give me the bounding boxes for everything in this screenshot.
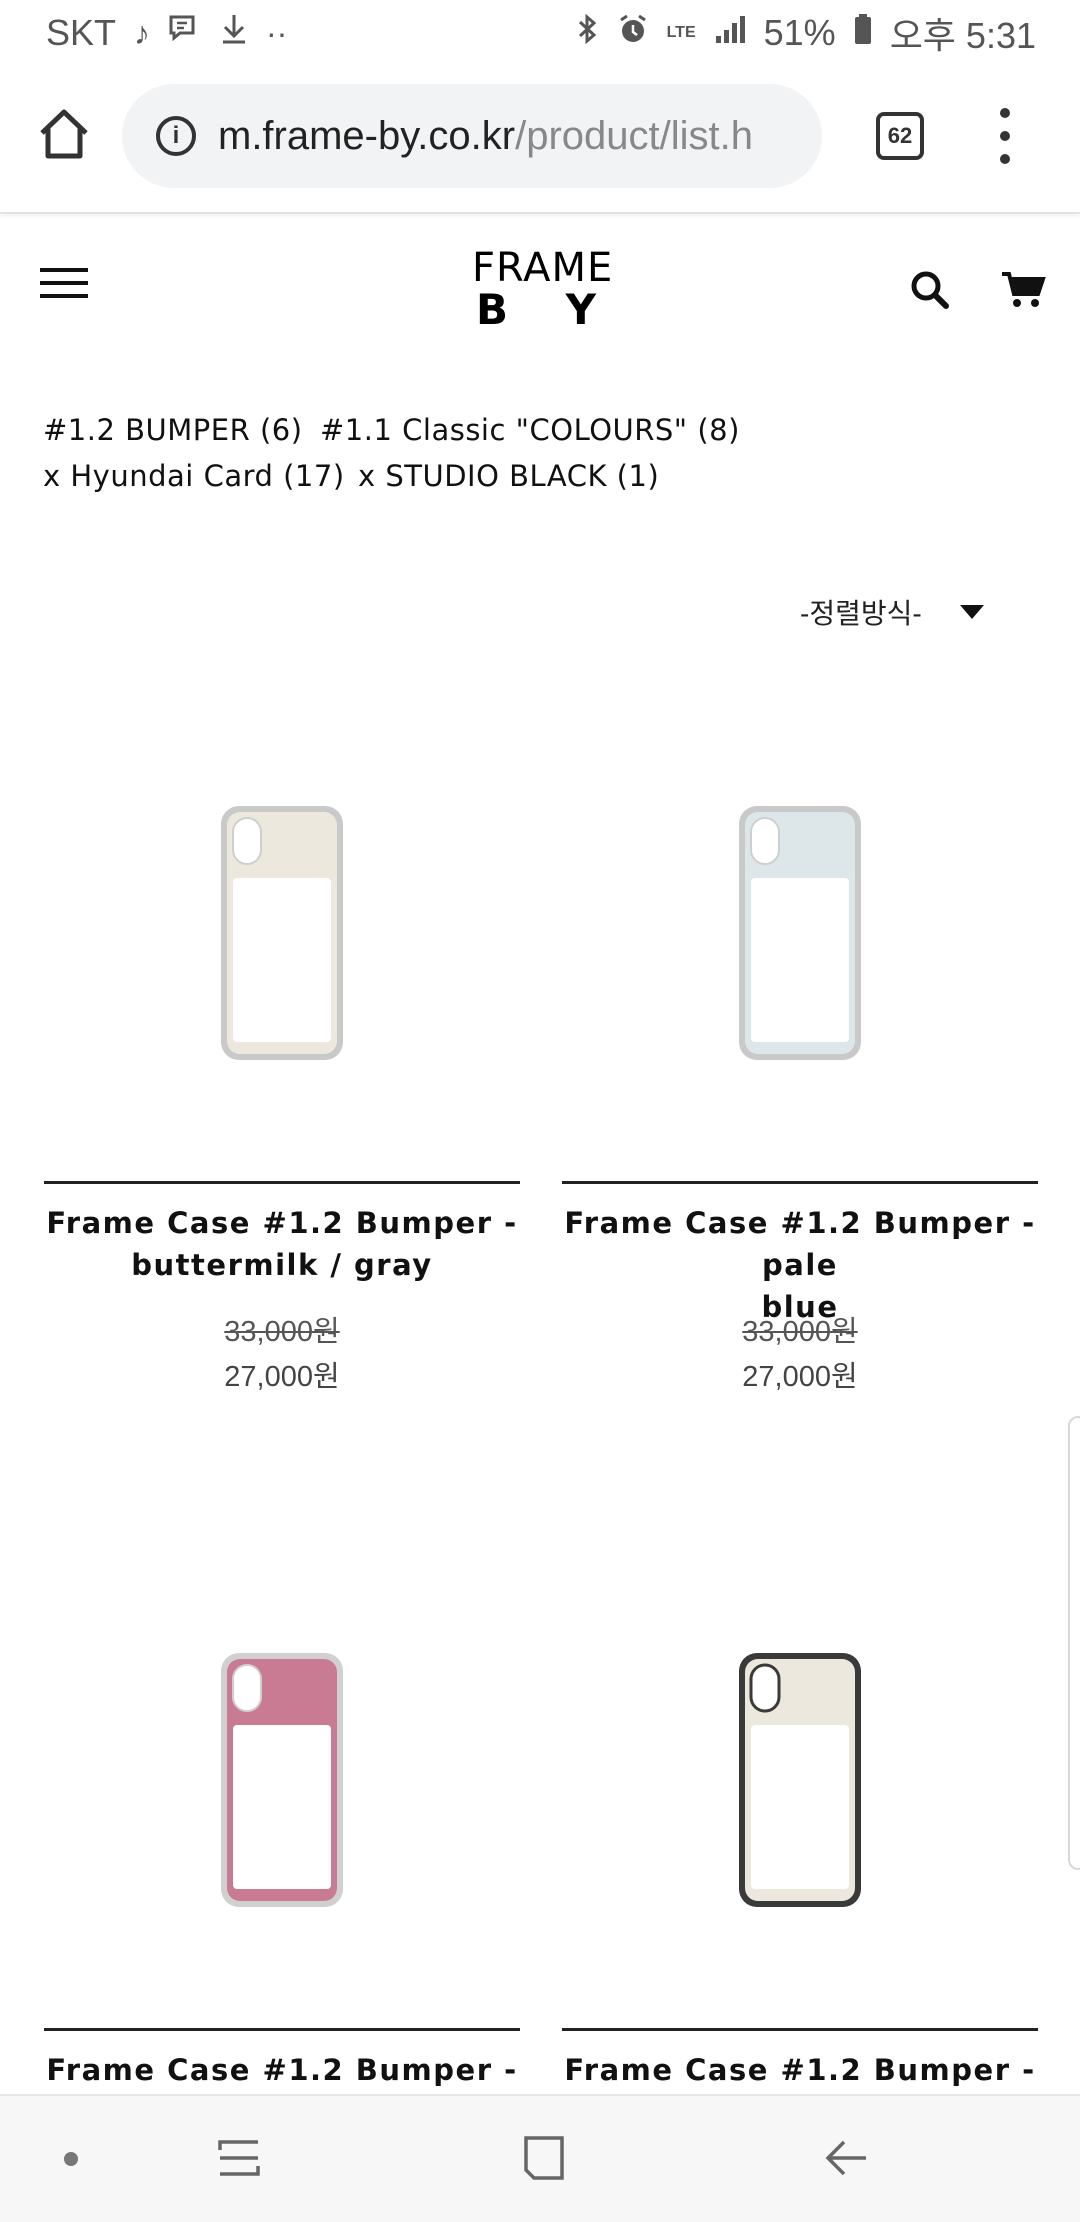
carrier-label: SKT	[46, 12, 117, 53]
original-price: 33,000원	[224, 1316, 340, 1348]
product-image[interactable]	[44, 672, 520, 1154]
sale-price: 27,000원	[742, 1361, 858, 1393]
product-name[interactable]: Frame Case #1.2 Bumper -	[44, 2049, 520, 2091]
phone-case-image	[739, 1653, 861, 1907]
product-name-line: buttermilk / gray	[131, 1248, 433, 1282]
home-icon[interactable]	[36, 106, 92, 162]
cart-icon[interactable]	[1000, 266, 1048, 314]
nav-dot-icon[interactable]	[64, 2152, 78, 2166]
product-divider	[44, 2028, 520, 2031]
product-name-line: Frame Case #1.2 Bumper -	[46, 2053, 518, 2087]
scrollbar[interactable]	[1068, 1416, 1080, 1870]
product-image[interactable]	[44, 1519, 520, 2001]
site-header: FRAME B Y	[0, 212, 1080, 362]
home-button-icon[interactable]	[520, 2134, 568, 2182]
sale-price: 27,000원	[224, 1361, 340, 1393]
category-link-hyundai-card[interactable]: x Hyundai Card (17)	[43, 459, 345, 493]
logo-bottom-text: B Y	[472, 288, 608, 332]
logo-letter-b: B	[476, 285, 509, 334]
bluetooth-icon	[577, 13, 599, 53]
product-divider	[562, 1181, 1038, 1184]
search-icon[interactable]	[906, 266, 954, 314]
product-image[interactable]	[562, 1519, 1038, 2001]
battery-percent: 51%	[763, 12, 836, 53]
status-bar: SKT ♪ ·· LTE 51% 오후 5:31	[0, 0, 1080, 66]
product-name[interactable]: Frame Case #1.2 Bumper - buttermilk / gr…	[44, 1202, 520, 1286]
message-icon	[168, 14, 202, 52]
url-text[interactable]: m.frame-by.co.kr/product/list.h	[218, 114, 753, 159]
back-icon[interactable]	[824, 2134, 872, 2182]
dropdown-arrow-icon	[959, 605, 984, 619]
battery-icon	[854, 13, 872, 53]
phone-case-image	[221, 1653, 343, 1907]
download-icon	[220, 13, 248, 53]
url-bar[interactable]: i m.frame-by.co.kr/product/list.h	[122, 84, 822, 188]
tab-switcher-button[interactable]: 62	[876, 112, 924, 160]
product-name-line: Frame Case #1.2 Bumper - pale	[564, 1206, 1036, 1282]
more-notifications-icon: ··	[266, 14, 288, 51]
sort-label: -정렬방식-	[800, 598, 922, 629]
product-name[interactable]: Frame Case #1.2 Bumper -	[562, 2049, 1038, 2091]
phone-case-image	[739, 806, 861, 1060]
original-price: 33,000원	[742, 1316, 858, 1348]
lte-icon: LTE	[666, 24, 696, 41]
hamburger-menu-icon[interactable]	[40, 268, 88, 298]
browser-toolbar: i m.frame-by.co.kr/product/list.h 62	[0, 66, 1080, 214]
music-note-icon: ♪	[134, 14, 151, 51]
recent-apps-icon[interactable]	[216, 2134, 262, 2182]
category-link-bumper[interactable]: #1.2 BUMPER (6)	[43, 413, 303, 447]
android-nav-bar	[0, 2094, 1080, 2222]
site-logo[interactable]: FRAME B Y	[472, 245, 614, 334]
logo-letter-y: Y	[565, 285, 596, 334]
logo-top-text: FRAME	[472, 245, 614, 291]
overflow-menu-icon[interactable]	[990, 108, 1020, 164]
category-link-studio-black[interactable]: x STUDIO BLACK (1)	[358, 459, 659, 493]
category-link-classic-colours[interactable]: #1.1 Classic "COLOURS" (8)	[320, 413, 740, 447]
product-divider	[562, 2028, 1038, 2031]
product-image[interactable]	[562, 672, 1038, 1154]
sort-dropdown[interactable]: -정렬방식-	[800, 592, 984, 632]
alarm-icon	[617, 13, 649, 53]
url-path: /product/list.h	[515, 113, 753, 158]
status-left: SKT ♪ ··	[46, 12, 287, 54]
info-icon[interactable]: i	[156, 116, 196, 156]
product-name-line: Frame Case #1.2 Bumper -	[564, 2053, 1036, 2087]
url-host: m.frame-by.co.kr	[218, 113, 516, 158]
signal-icon	[714, 14, 746, 52]
phone-case-image	[221, 806, 343, 1060]
status-right: LTE 51% 오후 5:31	[577, 7, 1036, 59]
product-name-line: Frame Case #1.2 Bumper -	[46, 1206, 518, 1240]
clock: 오후 5:31	[889, 15, 1036, 56]
product-divider	[44, 1181, 520, 1184]
